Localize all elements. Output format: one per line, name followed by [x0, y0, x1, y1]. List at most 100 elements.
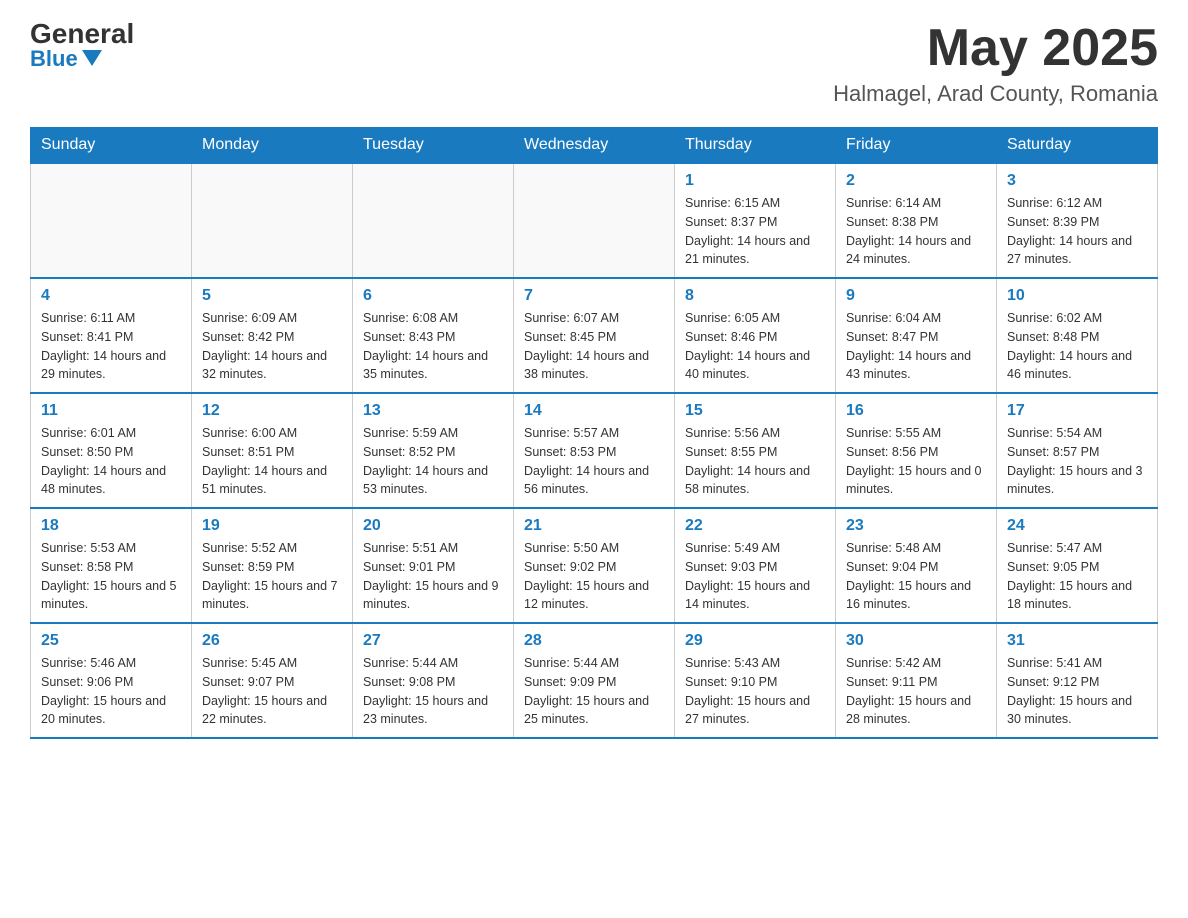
calendar-week-3: 11 Sunrise: 6:01 AMSunset: 8:50 PMDayligh…: [31, 393, 1158, 508]
day-info: Sunrise: 5:44 AMSunset: 9:08 PMDaylight:…: [363, 654, 503, 729]
day-number: 18: [41, 517, 181, 535]
calendar-cell-w5-d4: 29Sunrise: 5:43 AMSunset: 9:10 PMDayligh…: [675, 623, 836, 738]
day-number: 4: [41, 287, 181, 305]
day-info: Sunrise: 6:07 AMSunset: 8:45 PMDaylight:…: [524, 309, 664, 384]
calendar-cell-w4-d4: 22 Sunrise: 5:49 AMSunset: 9:03 PMDayligh…: [675, 508, 836, 623]
col-monday: Monday: [192, 128, 353, 164]
day-number: 21: [524, 517, 664, 535]
calendar-cell-w4-d0: 18 Sunrise: 5:53 AMSunset: 8:58 PMDayligh…: [31, 508, 192, 623]
month-year-title: May 2025: [833, 20, 1158, 77]
calendar-cell-w1-d3: [514, 163, 675, 278]
location-subtitle: Halmagel, Arad County, Romania: [833, 81, 1158, 107]
day-info: Sunrise: 5:41 AMSunset: 9:12 PMDaylight:…: [1007, 654, 1147, 729]
calendar-cell-w1-d5: 2Sunrise: 6:14 AMSunset: 8:38 PMDaylight…: [836, 163, 997, 278]
calendar-cell-w2-d4: 8Sunrise: 6:05 AMSunset: 8:46 PMDaylight…: [675, 278, 836, 393]
day-info: Sunrise: 5:42 AMSunset: 9:11 PMDaylight:…: [846, 654, 986, 729]
day-info: Sunrise: 6:09 AMSunset: 8:42 PMDaylight:…: [202, 309, 342, 384]
day-info: Sunrise: 5:44 AMSunset: 9:09 PMDaylight:…: [524, 654, 664, 729]
col-saturday: Saturday: [997, 128, 1158, 164]
col-sunday: Sunday: [31, 128, 192, 164]
logo-general-text: General: [30, 20, 134, 48]
calendar-cell-w5-d3: 28 Sunrise: 5:44 AMSunset: 9:09 PMDayligh…: [514, 623, 675, 738]
calendar-cell-w1-d1: [192, 163, 353, 278]
day-info: Sunrise: 6:12 AMSunset: 8:39 PMDaylight:…: [1007, 194, 1147, 269]
day-info: Sunrise: 5:45 AMSunset: 9:07 PMDaylight:…: [202, 654, 342, 729]
day-number: 15: [685, 402, 825, 420]
logo: General Blue: [30, 20, 134, 70]
title-area: May 2025 Halmagel, Arad County, Romania: [833, 20, 1158, 107]
day-number: 19: [202, 517, 342, 535]
calendar-cell-w2-d1: 5Sunrise: 6:09 AMSunset: 8:42 PMDaylight…: [192, 278, 353, 393]
day-info: Sunrise: 6:08 AMSunset: 8:43 PMDaylight:…: [363, 309, 503, 384]
calendar-cell-w1-d2: [353, 163, 514, 278]
calendar-cell-w4-d3: 21 Sunrise: 5:50 AMSunset: 9:02 PMDayligh…: [514, 508, 675, 623]
calendar-week-4: 18 Sunrise: 5:53 AMSunset: 8:58 PMDayligh…: [31, 508, 1158, 623]
calendar-cell-w4-d1: 19 Sunrise: 5:52 AMSunset: 8:59 PMDayligh…: [192, 508, 353, 623]
day-info: Sunrise: 6:00 AMSunset: 8:51 PMDaylight:…: [202, 424, 342, 499]
calendar-cell-w5-d6: 31Sunrise: 5:41 AMSunset: 9:12 PMDayligh…: [997, 623, 1158, 738]
calendar-cell-w5-d1: 26 Sunrise: 5:45 AMSunset: 9:07 PMDayligh…: [192, 623, 353, 738]
day-number: 24: [1007, 517, 1147, 535]
day-info: Sunrise: 5:56 AMSunset: 8:55 PMDaylight:…: [685, 424, 825, 499]
logo-blue-text: Blue: [30, 48, 102, 70]
day-number: 28: [524, 632, 664, 650]
day-info: Sunrise: 5:59 AMSunset: 8:52 PMDaylight:…: [363, 424, 503, 499]
day-info: Sunrise: 5:47 AMSunset: 9:05 PMDaylight:…: [1007, 539, 1147, 614]
calendar-cell-w3-d1: 12Sunrise: 6:00 AMSunset: 8:51 PMDayligh…: [192, 393, 353, 508]
day-number: 1: [685, 172, 825, 190]
page-header: General Blue May 2025 Halmagel, Arad Cou…: [30, 20, 1158, 107]
calendar-cell-w5-d0: 25 Sunrise: 5:46 AMSunset: 9:06 PMDayligh…: [31, 623, 192, 738]
day-number: 25: [41, 632, 181, 650]
calendar-week-1: 1Sunrise: 6:15 AMSunset: 8:37 PMDaylight…: [31, 163, 1158, 278]
calendar-cell-w3-d6: 17Sunrise: 5:54 AMSunset: 8:57 PMDayligh…: [997, 393, 1158, 508]
col-thursday: Thursday: [675, 128, 836, 164]
day-info: Sunrise: 5:52 AMSunset: 8:59 PMDaylight:…: [202, 539, 342, 614]
day-info: Sunrise: 6:04 AMSunset: 8:47 PMDaylight:…: [846, 309, 986, 384]
day-number: 13: [363, 402, 503, 420]
day-info: Sunrise: 5:53 AMSunset: 8:58 PMDaylight:…: [41, 539, 181, 614]
day-number: 17: [1007, 402, 1147, 420]
day-number: 30: [846, 632, 986, 650]
calendar-header-row: Sunday Monday Tuesday Wednesday Thursday…: [31, 128, 1158, 164]
day-number: 6: [363, 287, 503, 305]
calendar-cell-w3-d5: 16Sunrise: 5:55 AMSunset: 8:56 PMDayligh…: [836, 393, 997, 508]
calendar-cell-w4-d2: 20 Sunrise: 5:51 AMSunset: 9:01 PMDayligh…: [353, 508, 514, 623]
calendar-cell-w2-d5: 9 Sunrise: 6:04 AMSunset: 8:47 PMDaylight…: [836, 278, 997, 393]
calendar-cell-w4-d6: 24 Sunrise: 5:47 AMSunset: 9:05 PMDayligh…: [997, 508, 1158, 623]
day-number: 3: [1007, 172, 1147, 190]
day-number: 2: [846, 172, 986, 190]
calendar-cell-w3-d4: 15 Sunrise: 5:56 AMSunset: 8:55 PMDayligh…: [675, 393, 836, 508]
calendar-cell-w2-d2: 6 Sunrise: 6:08 AMSunset: 8:43 PMDaylight…: [353, 278, 514, 393]
day-number: 11: [41, 402, 181, 420]
calendar-cell-w3-d0: 11 Sunrise: 6:01 AMSunset: 8:50 PMDayligh…: [31, 393, 192, 508]
day-info: Sunrise: 5:57 AMSunset: 8:53 PMDaylight:…: [524, 424, 664, 499]
day-number: 26: [202, 632, 342, 650]
day-number: 14: [524, 402, 664, 420]
day-info: Sunrise: 5:50 AMSunset: 9:02 PMDaylight:…: [524, 539, 664, 614]
day-info: Sunrise: 5:43 AMSunset: 9:10 PMDaylight:…: [685, 654, 825, 729]
calendar-table: Sunday Monday Tuesday Wednesday Thursday…: [30, 127, 1158, 739]
day-info: Sunrise: 5:55 AMSunset: 8:56 PMDaylight:…: [846, 424, 986, 499]
day-info: Sunrise: 5:51 AMSunset: 9:01 PMDaylight:…: [363, 539, 503, 614]
day-info: Sunrise: 5:46 AMSunset: 9:06 PMDaylight:…: [41, 654, 181, 729]
calendar-cell-w1-d0: [31, 163, 192, 278]
col-wednesday: Wednesday: [514, 128, 675, 164]
day-number: 10: [1007, 287, 1147, 305]
day-number: 20: [363, 517, 503, 535]
calendar-cell-w3-d3: 14 Sunrise: 5:57 AMSunset: 8:53 PMDayligh…: [514, 393, 675, 508]
day-number: 23: [846, 517, 986, 535]
day-info: Sunrise: 5:49 AMSunset: 9:03 PMDaylight:…: [685, 539, 825, 614]
logo-triangle-icon: [82, 50, 102, 66]
day-number: 7: [524, 287, 664, 305]
col-friday: Friday: [836, 128, 997, 164]
day-info: Sunrise: 5:48 AMSunset: 9:04 PMDaylight:…: [846, 539, 986, 614]
day-number: 22: [685, 517, 825, 535]
calendar-cell-w2-d3: 7 Sunrise: 6:07 AMSunset: 8:45 PMDaylight…: [514, 278, 675, 393]
day-info: Sunrise: 6:01 AMSunset: 8:50 PMDaylight:…: [41, 424, 181, 499]
col-tuesday: Tuesday: [353, 128, 514, 164]
calendar-cell-w5-d2: 27Sunrise: 5:44 AMSunset: 9:08 PMDayligh…: [353, 623, 514, 738]
day-number: 9: [846, 287, 986, 305]
calendar-cell-w5-d5: 30 Sunrise: 5:42 AMSunset: 9:11 PMDayligh…: [836, 623, 997, 738]
calendar-cell-w3-d2: 13 Sunrise: 5:59 AMSunset: 8:52 PMDayligh…: [353, 393, 514, 508]
day-info: Sunrise: 6:02 AMSunset: 8:48 PMDaylight:…: [1007, 309, 1147, 384]
